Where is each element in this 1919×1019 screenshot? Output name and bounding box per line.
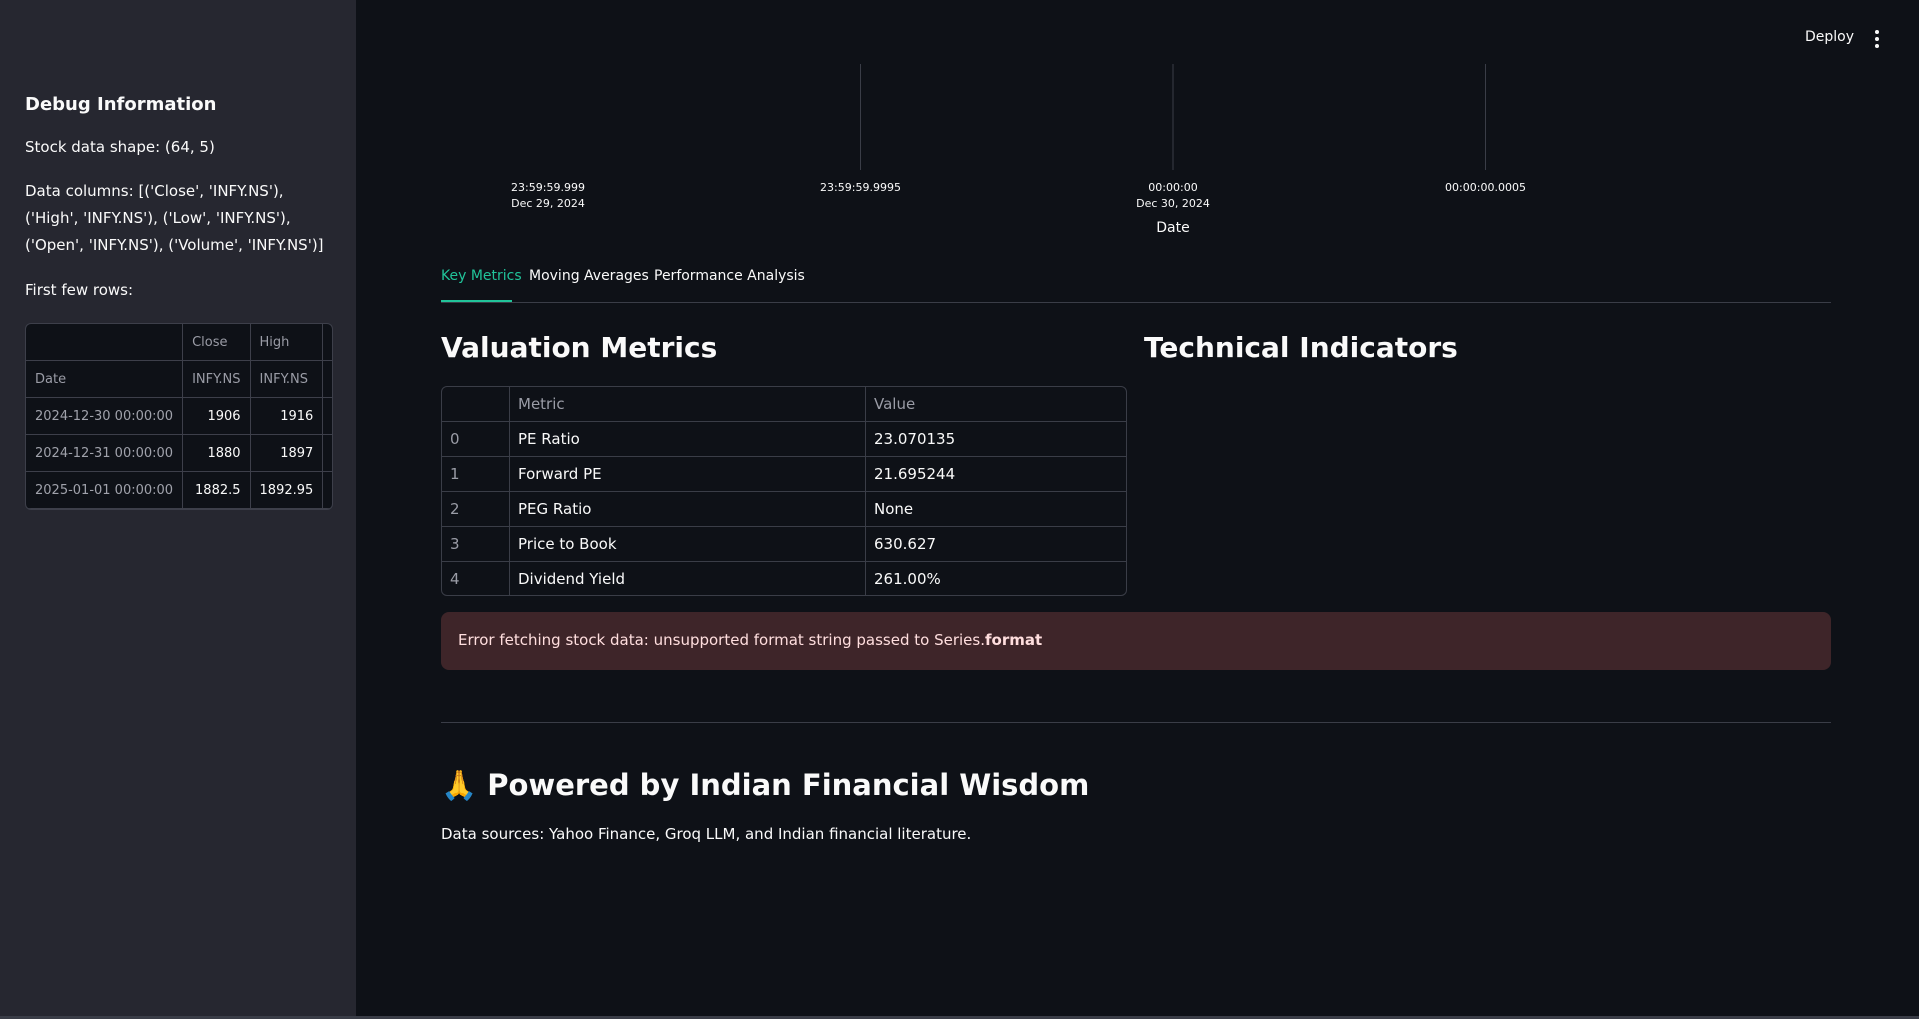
tab-bar: Key Metrics Moving Averages Performance …	[441, 268, 1831, 303]
value-cell: 261.00%	[874, 570, 941, 588]
first-rows-label: First few rows:	[25, 281, 134, 299]
df-cell: 184	[322, 434, 332, 472]
debug-dataframe[interactable]: Close High Low Date INFY.NS INFY.NS INFY…	[25, 323, 333, 510]
df-header-cell: INFY	[322, 360, 332, 398]
tab-moving-averages[interactable]: Moving Averages	[529, 268, 649, 284]
error-alert: Error fetching stock data: unsupported f…	[441, 612, 1831, 670]
metric-cell: PE Ratio	[509, 421, 866, 457]
table-row: 2024-12-31 00:00:00 1880 1897 184	[26, 434, 332, 472]
data-columns-text: Data columns: [('Close', 'INFY.NS'), ('H…	[25, 182, 324, 254]
table-row: 4 Dividend Yield 261.00%	[442, 561, 1126, 595]
data-sources-text: Data sources: Yahoo Finance, Groq LLM, a…	[441, 825, 972, 843]
active-tab-indicator	[441, 300, 512, 302]
deploy-button[interactable]: Deploy	[1805, 29, 1854, 45]
table-row: 3 Price to Book 630.627	[442, 526, 1126, 562]
table-row: 2 PEG Ratio None	[442, 491, 1126, 527]
table-row: 2024-12-30 00:00:00 1906 1916 18	[26, 397, 332, 435]
technical-title: Technical Indicators	[1144, 331, 1458, 364]
df-index-cell: 2025-01-01 00:00:00	[26, 471, 184, 509]
col-header	[442, 387, 510, 422]
df-cell: 1916	[250, 397, 324, 435]
metric-cell: PEG Ratio	[509, 491, 866, 527]
error-text: Error fetching stock data: unsupported f…	[458, 631, 985, 649]
x-tick-label: 23:59:59.999	[511, 181, 585, 194]
df-header-cell: Low	[322, 324, 332, 361]
chart-gridlines	[860, 64, 1486, 170]
x-tick-date-label: Dec 30, 2024	[1136, 197, 1210, 210]
df-header-cell: INFY.NS	[182, 360, 251, 398]
row-index: 3	[442, 526, 510, 562]
value-cell: None	[865, 491, 1126, 527]
table-row: 2025-01-01 00:00:00 1882.5 1892.95 1	[26, 471, 332, 509]
pray-emoji-icon: 🙏	[441, 768, 478, 802]
df-header-cell: Close	[182, 324, 251, 361]
debug-heading: Debug Information	[25, 94, 217, 115]
value-cell: 630.627	[865, 526, 1126, 562]
kebab-menu-icon[interactable]	[1869, 30, 1885, 48]
metric-cell: Forward PE	[509, 456, 866, 492]
df-header-cell	[26, 324, 184, 361]
x-tick-label: 00:00:00.0005	[1445, 181, 1526, 194]
row-index: 0	[442, 421, 510, 457]
value-cell: 23.070135	[865, 421, 1126, 457]
price-chart[interactable]: 23:59:59.999 Dec 29, 2024 23:59:59.9995 00:…	[356, 60, 1919, 240]
data-shape-text: Stock data shape: (64, 5)	[25, 138, 215, 156]
valuation-title: Valuation Metrics	[441, 331, 718, 364]
footer-title: 🙏 Powered by Indian Financial Wisdom	[441, 768, 1089, 803]
df-cell: 1892.95	[250, 471, 324, 509]
x-tick-label: 00:00:00	[1148, 181, 1197, 194]
value-cell: 21.695244	[865, 456, 1126, 492]
col-header: Metric	[509, 387, 866, 422]
x-tick-date-label: Dec 29, 2024	[511, 197, 585, 210]
x-axis-label: Date	[1156, 220, 1189, 236]
df-cell: 1906	[182, 397, 251, 435]
df-index-cell: 2024-12-31 00:00:00	[26, 434, 184, 472]
divider	[441, 722, 1831, 723]
df-cell: 1882.5	[182, 471, 251, 509]
x-tick-label: 23:59:59.9995	[820, 181, 901, 194]
df-cell: 1897	[250, 434, 324, 472]
footer-title-text: Powered by Indian Financial Wisdom	[487, 768, 1090, 802]
main-content: Deploy 23:59:59.999 Dec 29, 2024 23:59:59.…	[356, 0, 1919, 1019]
error-bold-text: format	[984, 631, 1043, 649]
df-header-cell: INFY.NS	[250, 360, 324, 398]
valuation-dataframe: Metric Value 0 PE Ratio 23.070135 1 Forw…	[442, 387, 1126, 595]
df-cell: 18	[322, 397, 332, 435]
df-cell: 1880	[182, 434, 251, 472]
row-index: 4	[442, 561, 510, 595]
df-index-name: Date	[26, 360, 184, 398]
df-header-cell: High	[250, 324, 324, 361]
metric-cell: Dividend Yield	[509, 561, 866, 595]
sidebar: Debug Information Stock data shape: (64,…	[0, 0, 356, 1019]
df-index-cell: 2024-12-30 00:00:00	[26, 397, 184, 435]
metric-cell: Price to Book	[509, 526, 866, 562]
row-index: 1	[442, 456, 510, 492]
table-row: 1 Forward PE 21.695244	[442, 456, 1126, 492]
tab-key-metrics[interactable]: Key Metrics	[441, 268, 522, 284]
valuation-table[interactable]: Metric Value 0 PE Ratio 23.070135 1 Forw…	[441, 386, 1127, 596]
table-row: 0 PE Ratio 23.070135	[442, 421, 1126, 457]
df-cell: 1	[322, 471, 332, 509]
row-index: 2	[442, 491, 510, 527]
tab-performance-analysis[interactable]: Performance Analysis	[654, 268, 805, 284]
chart-tick-labels: 23:59:59.999 Dec 29, 2024 23:59:59.9995 00:…	[511, 181, 1526, 210]
col-header: Value	[865, 387, 1126, 422]
dataframe-table: Close High Low Date INFY.NS INFY.NS INFY…	[26, 324, 332, 509]
